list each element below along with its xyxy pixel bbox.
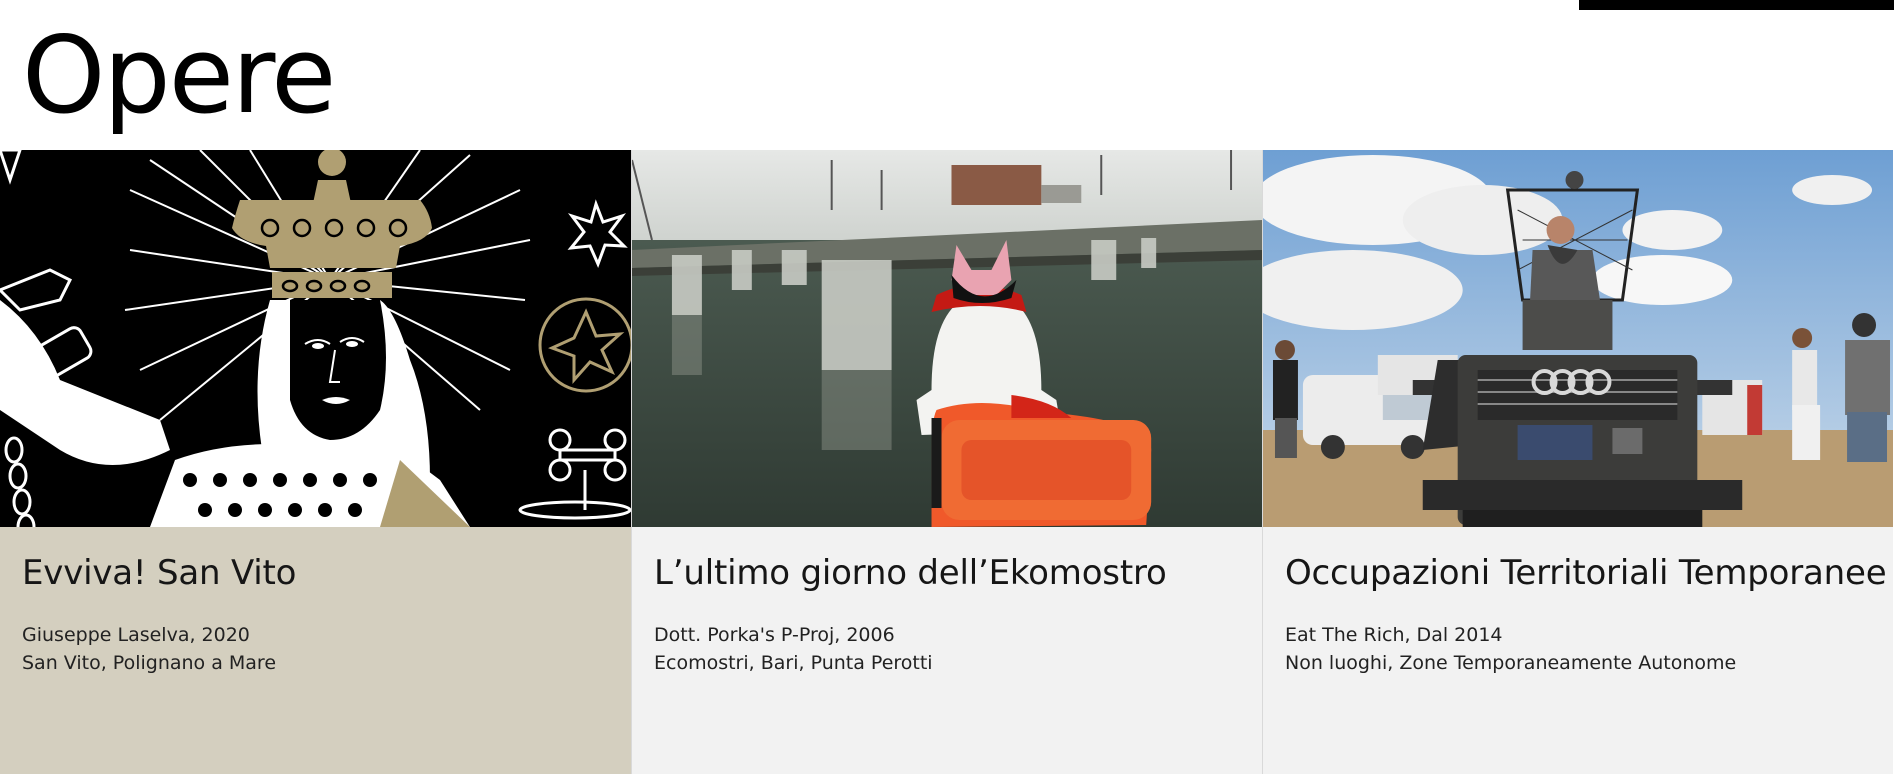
work-author-year: Eat The Rich, Dal 2014 — [1285, 624, 1503, 646]
work-tags: Ecomostri, Bari, Punta Perotti — [654, 652, 933, 674]
work-tags: San Vito, Polignano a Mare — [22, 652, 277, 674]
work-card-body: Evviva! San Vito Giuseppe Laselva, 2020 … — [0, 527, 631, 774]
work-meta: Giuseppe Laselva, 2020 San Vito, Poligna… — [22, 621, 631, 677]
work-author-year: Giuseppe Laselva, 2020 — [22, 624, 250, 646]
work-title[interactable]: L’ultimo giorno dell’Ekomostro — [654, 551, 1262, 595]
work-meta: Eat The Rich, Dal 2014 Non luoghi, Zone … — [1285, 621, 1893, 677]
work-card-occupazioni[interactable]: Occupazioni Territoriali Temporanee Eat … — [1262, 150, 1893, 774]
work-card-evviva-san-vito[interactable]: Evviva! San Vito Giuseppe Laselva, 2020 … — [0, 150, 631, 774]
work-card-body: Occupazioni Territoriali Temporanee Eat … — [1263, 527, 1893, 774]
saint-illustration — [0, 150, 631, 527]
work-tags: Non luoghi, Zone Temporaneamente Autonom… — [1285, 652, 1737, 674]
work-image-figure-on-water[interactable] — [632, 150, 1262, 527]
work-image-vehicle-photo[interactable] — [1263, 150, 1893, 527]
vehicle-photo — [1263, 150, 1893, 527]
page-title: Opere — [22, 14, 336, 137]
work-card-ekomostro[interactable]: L’ultimo giorno dell’Ekomostro Dott. Por… — [631, 150, 1262, 774]
work-title[interactable]: Evviva! San Vito — [22, 551, 631, 595]
works-grid: Evviva! San Vito Giuseppe Laselva, 2020 … — [0, 150, 1894, 774]
figure-on-water-photo — [632, 150, 1262, 527]
work-image-saint-illustration[interactable] — [0, 150, 631, 527]
top-black-strip — [1579, 0, 1894, 10]
work-title[interactable]: Occupazioni Territoriali Temporanee — [1285, 551, 1893, 595]
work-meta: Dott. Porka's P-Proj, 2006 Ecomostri, Ba… — [654, 621, 1262, 677]
work-card-body: L’ultimo giorno dell’Ekomostro Dott. Por… — [632, 527, 1262, 774]
work-author-year: Dott. Porka's P-Proj, 2006 — [654, 624, 895, 646]
